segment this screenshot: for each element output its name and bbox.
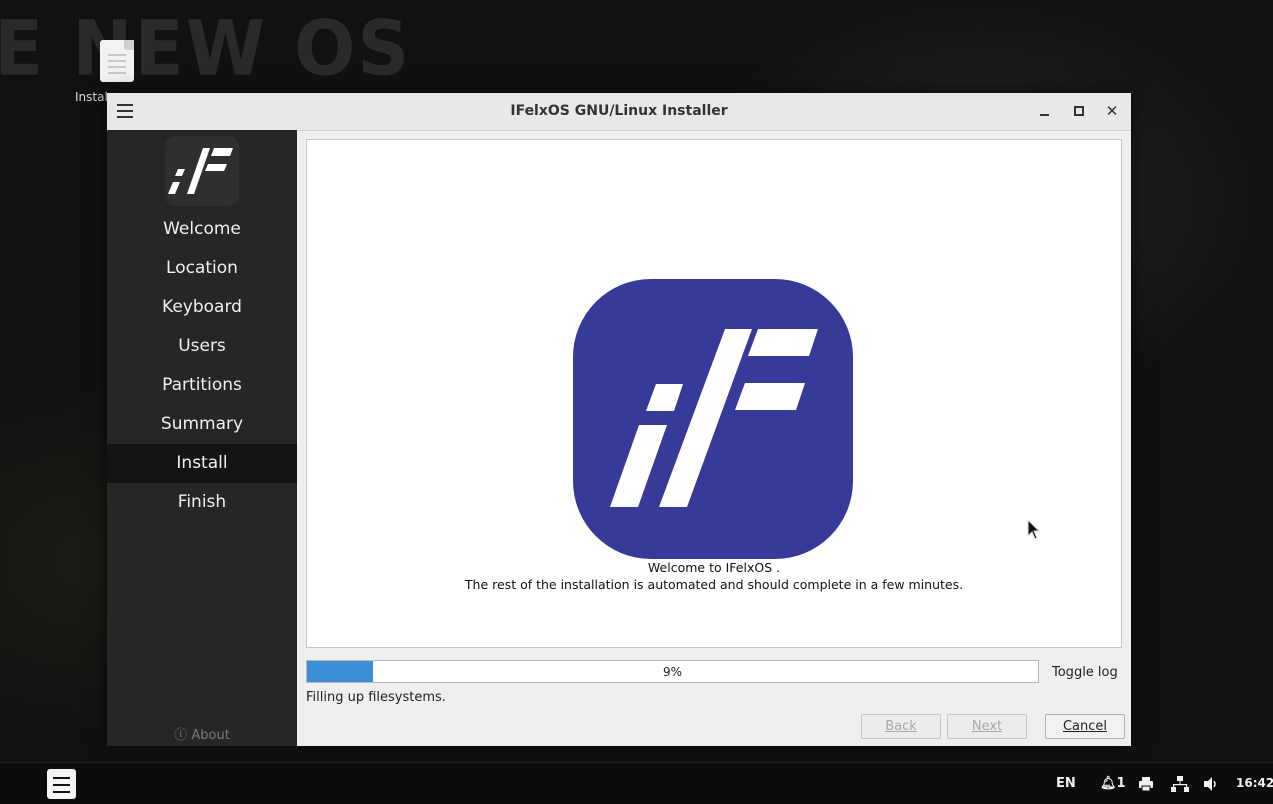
ifelxos-brand-logo-icon <box>573 279 853 559</box>
step-partitions[interactable]: Partitions <box>107 366 297 405</box>
ifelxos-logo-icon <box>165 136 239 206</box>
back-label: Back <box>885 719 917 734</box>
file-manager-launcher-icon[interactable] <box>47 769 76 799</box>
window-title: IFelxOS GNU/Linux Installer <box>510 103 728 119</box>
volume-icon[interactable] <box>1203 763 1219 804</box>
install-status-text: Filling up filesystems. <box>306 690 446 705</box>
notification-count: 1 <box>1116 776 1126 791</box>
keyboard-layout-indicator[interactable]: EN <box>1056 763 1076 804</box>
step-finish[interactable]: Finish <box>107 483 297 522</box>
step-users[interactable]: Users <box>107 327 297 366</box>
printer-icon[interactable] <box>1138 763 1154 804</box>
step-welcome[interactable]: Welcome <box>107 210 297 249</box>
taskbar: EN 🔔︎1 16:42 <box>0 762 1273 804</box>
back-button[interactable]: Back <box>861 714 941 739</box>
install-progress-bar: 9% <box>306 660 1039 683</box>
file-icon <box>100 40 134 82</box>
progress-percent: 9% <box>662 665 683 679</box>
about-label: About <box>191 728 230 743</box>
cancel-button[interactable]: Cancel <box>1045 714 1125 739</box>
step-keyboard[interactable]: Keyboard <box>107 288 297 327</box>
slide-body: The rest of the installation is automate… <box>464 577 964 592</box>
minimize-icon[interactable] <box>1034 101 1056 121</box>
notifications-indicator[interactable]: 🔔︎1 <box>1100 763 1126 804</box>
mouse-cursor-icon <box>1027 519 1041 540</box>
network-icon[interactable] <box>1171 763 1189 804</box>
step-location[interactable]: Location <box>107 249 297 288</box>
clock[interactable]: 16:42 <box>1236 763 1273 804</box>
maximize-icon[interactable] <box>1068 101 1090 121</box>
notification-bell-icon: 🔔︎ <box>1100 776 1117 791</box>
wallpaper-text: E NEW OS <box>0 3 412 93</box>
slide-title: Welcome to IFelxOS . <box>647 560 781 575</box>
step-install[interactable]: Install <box>107 444 297 483</box>
installer-window: IFelxOS GNU/Linux Installer ✕ Welcome Lo… <box>107 93 1131 746</box>
next-button[interactable]: Next <box>947 714 1027 739</box>
step-summary[interactable]: Summary <box>107 405 297 444</box>
cancel-label: Cancel <box>1062 719 1108 734</box>
title-bar[interactable]: IFelxOS GNU/Linux Installer ✕ <box>107 93 1131 131</box>
about-button[interactable]: ⓘ About <box>107 724 297 743</box>
sidebar: Welcome Location Keyboard Users Partitio… <box>107 130 297 746</box>
slideshow-panel: Welcome to IFelxOS . The rest of the ins… <box>306 139 1122 648</box>
toggle-log-button[interactable]: Toggle log <box>1052 665 1118 680</box>
next-label: Next <box>971 719 1003 734</box>
close-icon[interactable]: ✕ <box>1101 101 1123 121</box>
step-list: Welcome Location Keyboard Users Partitio… <box>107 210 297 522</box>
info-icon: ⓘ <box>174 728 188 743</box>
